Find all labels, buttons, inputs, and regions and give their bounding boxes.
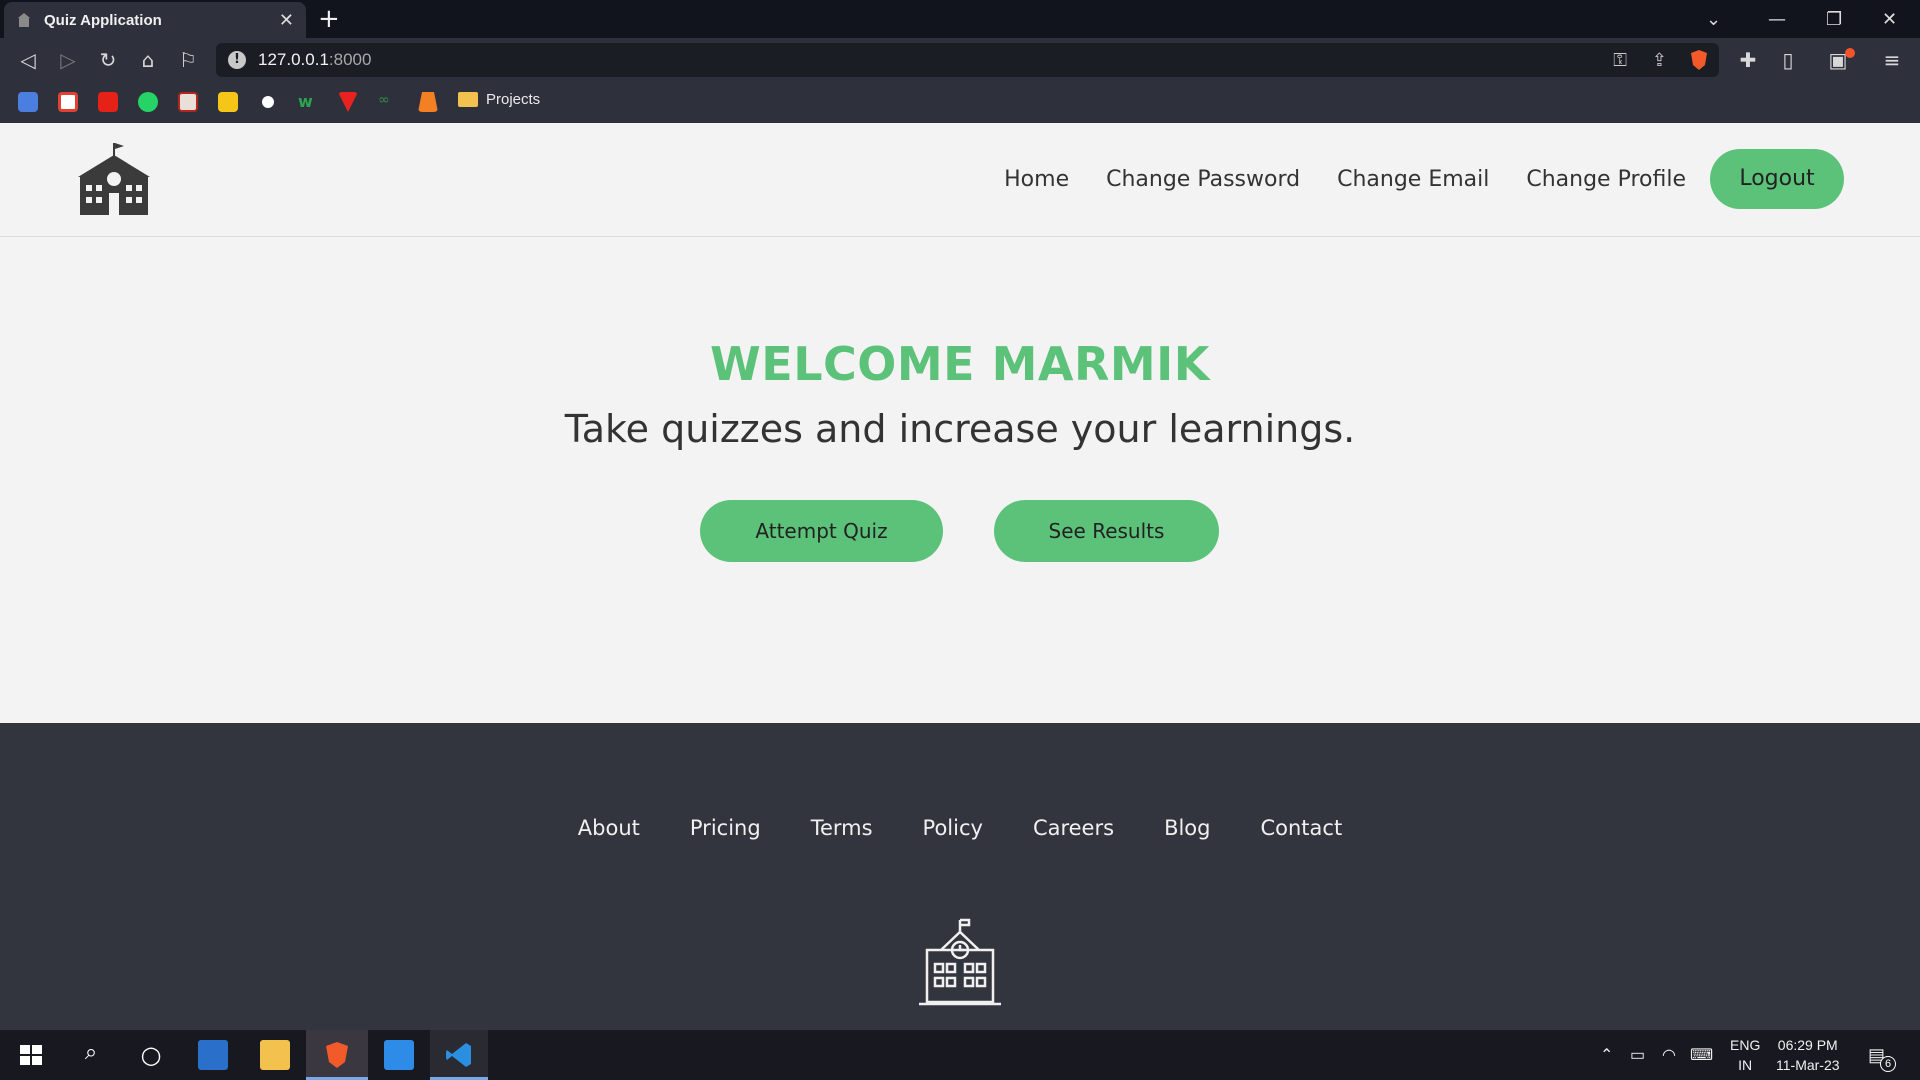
reload-icon[interactable]: ↻ [96, 48, 120, 72]
site-header: Home Change Password Change Email Change… [0, 123, 1920, 237]
projects-folder[interactable]: Projects [458, 91, 540, 108]
url-text: 127.0.0.1:8000 [258, 50, 371, 70]
keyboard-icon[interactable]: ⌨ [1690, 1030, 1713, 1080]
forward-icon[interactable]: ▷ [56, 48, 80, 72]
school-outline-icon [919, 918, 1001, 1006]
site-info-icon[interactable]: ! [228, 51, 246, 69]
clock-date: 11-Mar-23 [1776, 1057, 1840, 1073]
main-nav: Home Change Password Change Email Change… [967, 149, 1844, 209]
school-favicon-icon [18, 13, 30, 27]
footer-link-about[interactable]: About [578, 816, 640, 840]
notification-count-badge: 6 [1880, 1056, 1896, 1072]
share-icon[interactable]: ⇪ [1652, 50, 1667, 71]
footer-link-contact[interactable]: Contact [1260, 816, 1342, 840]
close-tab-icon[interactable]: ✕ [279, 10, 294, 31]
hero-subtitle: Take quizzes and increase your learnings… [564, 407, 1356, 451]
footer-links: About Pricing Terms Policy Careers Blog … [0, 816, 1920, 840]
whatsapp-icon[interactable] [138, 92, 158, 112]
browser-tab-bar: Quiz Application ✕ + ⌄ — ❐ ✕ [0, 0, 1920, 38]
footer-link-blog[interactable]: Blog [1164, 816, 1210, 840]
see-results-button[interactable]: See Results [994, 500, 1219, 562]
classroom-icon[interactable] [218, 92, 238, 112]
windows-taskbar: ⌕ ○ ⌃ ▭ ◠ ⌨ ENG IN 06:29 PM 11-Mar-23 ▤ … [0, 1030, 1920, 1080]
extensions-icon[interactable]: ✚ [1736, 48, 1760, 72]
mail-icon[interactable] [384, 1040, 414, 1070]
url-port: :8000 [328, 50, 372, 69]
school-logo-icon[interactable] [76, 143, 152, 215]
brave-icon[interactable] [322, 1040, 352, 1070]
wifi-icon[interactable]: ◠ [1662, 1030, 1676, 1080]
geeksforgeeks-icon[interactable]: ∞ [378, 92, 398, 112]
nav-home[interactable]: Home [1004, 167, 1069, 192]
home-icon[interactable]: ⌂ [136, 48, 160, 72]
nav-change-password[interactable]: Change Password [1106, 167, 1300, 192]
footer-link-careers[interactable]: Careers [1033, 816, 1114, 840]
restore-icon[interactable]: ❐ [1826, 0, 1842, 38]
brave-shield-icon[interactable] [1689, 49, 1709, 71]
logout-button[interactable]: Logout [1710, 149, 1844, 209]
footer-link-terms[interactable]: Terms [811, 816, 873, 840]
notifications-icon[interactable]: ▤ [1868, 1030, 1885, 1080]
new-tab-button[interactable]: + [318, 4, 340, 34]
site-footer: About Pricing Terms Policy Careers Blog … [0, 723, 1920, 1030]
file-explorer-icon[interactable] [260, 1040, 290, 1070]
w3schools-icon[interactable]: w [298, 92, 318, 112]
google-docs-icon[interactable] [18, 92, 38, 112]
vtop-icon[interactable] [338, 92, 358, 112]
wallet-badge [1845, 48, 1855, 58]
tab-search-icon[interactable]: ⌄ [1706, 0, 1721, 38]
close-window-icon[interactable]: ✕ [1882, 0, 1897, 38]
vscode-icon[interactable] [444, 1040, 474, 1070]
gmail-icon[interactable] [58, 92, 78, 112]
minimize-icon[interactable]: — [1768, 0, 1786, 38]
nav-change-email[interactable]: Change Email [1337, 167, 1489, 192]
attempt-quiz-button[interactable]: Attempt Quiz [700, 500, 943, 562]
folder-icon [458, 92, 478, 107]
battery-icon[interactable]: ▭ [1630, 1030, 1645, 1080]
url-host: 127.0.0.1 [258, 50, 329, 69]
footer-link-pricing[interactable]: Pricing [690, 816, 761, 840]
search-icon[interactable]: ⌕ [76, 1040, 106, 1070]
bookmark-icon[interactable]: ⚐ [176, 48, 200, 72]
tray-overflow-icon[interactable]: ⌃ [1600, 1030, 1613, 1080]
youtube-icon[interactable] [98, 92, 118, 112]
tab-title: Quiz Application [44, 11, 162, 29]
language-indicator[interactable]: ENG IN [1730, 1030, 1760, 1080]
browser-toolbar: ◁ ▷ ↻ ⌂ ⚐ ! 127.0.0.1:8000 ⚿ ⇪ ✚ ▯ ▣ ≡ [0, 38, 1920, 82]
address-bar[interactable]: ! 127.0.0.1:8000 ⚿ ⇪ [216, 43, 1719, 77]
hero-section: WELCOME MARMIK Take quizzes and increase… [0, 237, 1920, 723]
college-icon[interactable] [178, 92, 198, 112]
language-code: ENG [1730, 1037, 1761, 1053]
welcome-heading: WELCOME MARMIK [710, 337, 1210, 391]
menu-icon[interactable]: ≡ [1880, 48, 1904, 72]
store-icon[interactable] [198, 1040, 228, 1070]
bookmarks-bar: w ∞ Projects [0, 82, 1920, 123]
cortana-icon[interactable]: ○ [136, 1040, 166, 1070]
sidebar-icon[interactable]: ▯ [1776, 48, 1800, 72]
footer-link-policy[interactable]: Policy [923, 816, 983, 840]
projects-folder-label: Projects [486, 91, 541, 108]
windows-start-icon[interactable] [16, 1040, 46, 1070]
browser-tab[interactable]: Quiz Application ✕ [4, 2, 306, 38]
back-icon[interactable]: ◁ [16, 48, 40, 72]
github-icon[interactable] [258, 92, 278, 112]
region-code: IN [1738, 1057, 1753, 1073]
clock[interactable]: 06:29 PM 11-Mar-23 [1776, 1030, 1840, 1080]
key-icon[interactable]: ⚿ [1613, 50, 1627, 71]
nav-change-profile[interactable]: Change Profile [1526, 167, 1686, 192]
clock-time: 06:29 PM [1777, 1037, 1838, 1053]
stackoverflow-icon[interactable] [418, 92, 438, 112]
